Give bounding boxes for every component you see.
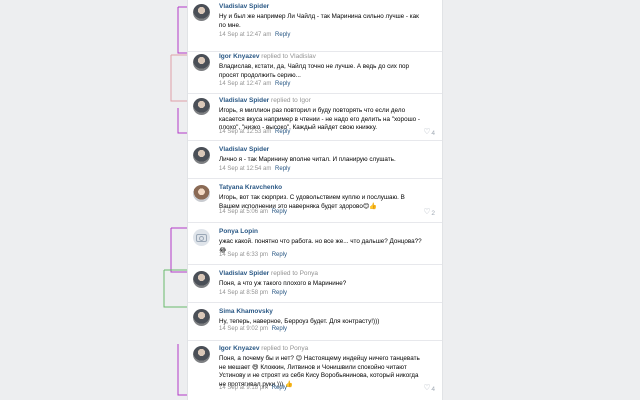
comment-item: Sima Khamovsky Ну, теперь, наверное, Бер… bbox=[188, 305, 442, 341]
avatar[interactable] bbox=[193, 309, 210, 326]
divider bbox=[188, 178, 442, 179]
comment-date[interactable]: 14 Sep at 12:47 am bbox=[219, 32, 271, 38]
comment-date[interactable]: 14 Sep at 12:47 am bbox=[219, 81, 271, 87]
author-name[interactable]: Tatyana Kravchenko bbox=[219, 184, 282, 191]
like-button[interactable]: 2 bbox=[423, 207, 435, 217]
comment-date[interactable]: 14 Sep at 12:53 am bbox=[219, 129, 271, 135]
comment-item: Vladislav Spider replied to Ponya Поня, … bbox=[188, 267, 442, 303]
replied-to-label[interactable]: replied to Igor bbox=[271, 97, 311, 104]
avatar[interactable] bbox=[193, 98, 210, 115]
reply-link[interactable]: Reply bbox=[272, 209, 287, 215]
comment-text: Владислав, кстати, да, Чайлд точно не лу… bbox=[219, 63, 410, 79]
avatar[interactable] bbox=[193, 346, 210, 363]
comment-item: Vladislav Spider Лично я - так Маринину … bbox=[188, 143, 442, 179]
reply-link[interactable]: Reply bbox=[275, 166, 290, 172]
reply-link[interactable]: Reply bbox=[275, 32, 290, 38]
comment-header: Igor Knyazev replied to Vladislav bbox=[219, 53, 316, 60]
comment-meta: 14 Sep at 9:18 pm Reply bbox=[219, 385, 287, 391]
comment-item: Igor Knyazev replied to Ponya Поня, а по… bbox=[188, 342, 442, 400]
comment-meta: 14 Sep at 12:54 am Reply bbox=[219, 166, 290, 172]
comment-header: Vladislav Spider bbox=[219, 3, 269, 10]
reply-link[interactable]: Reply bbox=[272, 385, 287, 391]
reply-link[interactable]: Reply bbox=[272, 290, 287, 296]
comment-date[interactable]: 14 Sep at 6:33 pm bbox=[219, 252, 268, 258]
author-name[interactable]: Vladislav Spider bbox=[219, 3, 269, 10]
reply-link[interactable]: Reply bbox=[272, 252, 287, 258]
author-name[interactable]: Vladislav Spider bbox=[219, 270, 269, 277]
comments-feed: Vladislav Spider Ну и был же например Ли… bbox=[187, 0, 443, 400]
divider bbox=[188, 340, 442, 341]
divider bbox=[188, 264, 442, 265]
comment-item: Igor Knyazev replied to Vladislav Владис… bbox=[188, 50, 442, 94]
comment-header: Vladislav Spider replied to Igor bbox=[219, 97, 311, 104]
avatar[interactable] bbox=[193, 271, 210, 288]
comment-header: Tatyana Kravchenko bbox=[219, 184, 282, 191]
reply-link[interactable]: Reply bbox=[275, 81, 290, 87]
comment-date[interactable]: 14 Sep at 12:54 am bbox=[219, 166, 271, 172]
comment-meta: 14 Sep at 5:06 am Reply bbox=[219, 209, 287, 215]
like-count: 4 bbox=[431, 130, 435, 137]
comment-meta: 14 Sep at 8:58 pm Reply bbox=[219, 290, 287, 296]
author-name[interactable]: Igor Knyazev bbox=[219, 345, 259, 352]
avatar[interactable] bbox=[193, 229, 210, 246]
camera-icon bbox=[196, 233, 207, 242]
author-name[interactable]: Vladislav Spider bbox=[219, 146, 269, 153]
replied-to-label[interactable]: replied to Ponya bbox=[271, 270, 318, 277]
comment-meta: 14 Sep at 9:02 pm Reply bbox=[219, 326, 287, 332]
comment-header: Igor Knyazev replied to Ponya bbox=[219, 345, 308, 352]
avatar[interactable] bbox=[193, 4, 210, 21]
like-count: 4 bbox=[431, 386, 435, 393]
divider bbox=[188, 140, 442, 141]
thread-connector-lines bbox=[163, 6, 187, 396]
comment-header: Vladislav Spider bbox=[219, 146, 269, 153]
like-button[interactable]: 4 bbox=[423, 383, 435, 393]
heart-icon bbox=[423, 127, 430, 136]
comment-date[interactable]: 14 Sep at 8:58 pm bbox=[219, 290, 268, 296]
author-name[interactable]: Igor Knyazev bbox=[219, 53, 259, 60]
author-name[interactable]: Ponya Lopin bbox=[219, 228, 258, 235]
comment-item: Tatyana Kravchenko Игорь, вот так сюрпри… bbox=[188, 181, 442, 223]
avatar[interactable] bbox=[193, 54, 210, 71]
comment-header: Vladislav Spider replied to Ponya bbox=[219, 270, 318, 277]
comment-item: Vladislav Spider replied to Igor Игорь, … bbox=[188, 94, 442, 141]
like-count: 2 bbox=[431, 210, 435, 217]
reply-link[interactable]: Reply bbox=[275, 129, 290, 135]
comment-text: Поня, а что уж такого плохого в Маринине… bbox=[219, 280, 347, 287]
replied-to-label[interactable]: replied to Ponya bbox=[261, 345, 308, 352]
comment-text: Лично я - так Маринину вполне читал. И п… bbox=[219, 156, 396, 163]
comment-item: Vladislav Spider Ну и был же например Ли… bbox=[188, 0, 442, 52]
divider bbox=[188, 302, 442, 303]
comment-date[interactable]: 14 Sep at 9:02 pm bbox=[219, 326, 268, 332]
author-name[interactable]: Vladislav Spider bbox=[219, 97, 269, 104]
reply-link[interactable]: Reply bbox=[272, 326, 287, 332]
comment-meta: 14 Sep at 12:53 am Reply bbox=[219, 129, 290, 135]
replied-to-label[interactable]: replied to Vladislav bbox=[261, 53, 316, 60]
avatar[interactable] bbox=[193, 185, 210, 202]
comment-meta: 14 Sep at 6:33 pm Reply bbox=[219, 252, 287, 258]
comment-date[interactable]: 14 Sep at 5:06 am bbox=[219, 209, 268, 215]
heart-icon bbox=[423, 383, 430, 392]
comment-header: Sima Khamovsky bbox=[219, 308, 273, 315]
comment-item: Ponya Lopin ужас какой. понятно что рабо… bbox=[188, 225, 442, 265]
like-button[interactable]: 4 bbox=[423, 127, 435, 137]
heart-icon bbox=[423, 207, 430, 216]
comment-text: Ну и был же например Ли Чайлд - так Мари… bbox=[219, 13, 419, 29]
avatar[interactable] bbox=[193, 147, 210, 164]
comment-header: Ponya Lopin bbox=[219, 228, 258, 235]
comment-meta: 14 Sep at 12:47 am Reply bbox=[219, 81, 290, 87]
divider bbox=[188, 222, 442, 223]
comment-meta: 14 Sep at 12:47 am Reply bbox=[219, 32, 290, 38]
comment-date[interactable]: 14 Sep at 9:18 pm bbox=[219, 385, 268, 391]
author-name[interactable]: Sima Khamovsky bbox=[219, 308, 273, 315]
